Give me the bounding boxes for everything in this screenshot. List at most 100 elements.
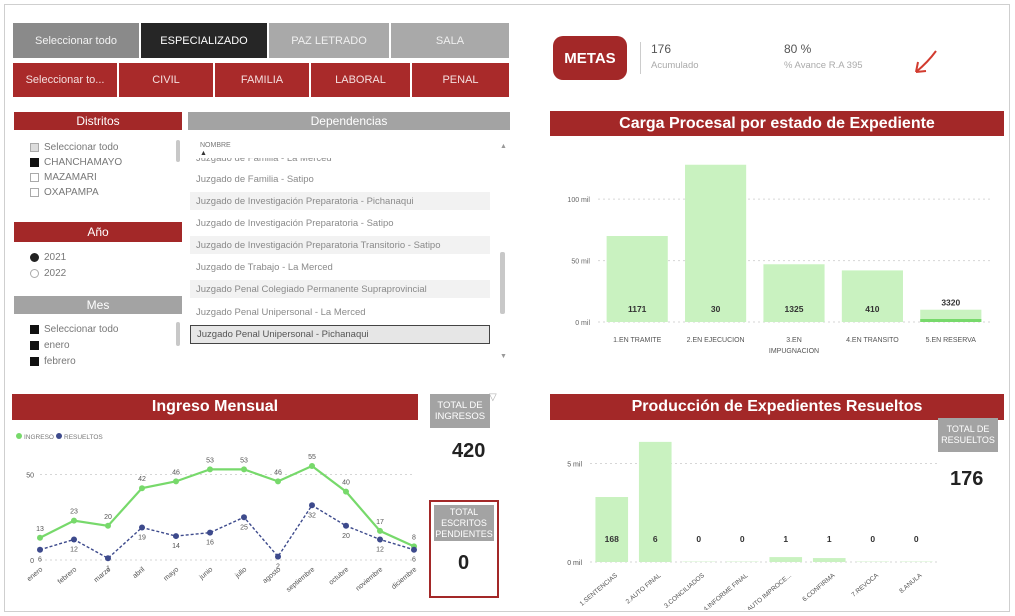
anio-header: Año [14,222,182,242]
data-label: 14 [172,543,180,550]
data-point [343,488,349,495]
distrito-option-chanchamayo[interactable]: CHANCHAMAYO [30,157,122,168]
x-tick-label: 1.SENTENCIAS [579,572,620,608]
data-label: 40 [342,480,350,487]
materia-button-civil[interactable]: CIVIL [118,62,214,98]
data-point [207,466,213,473]
x-tick-label: 6.CONFIRMA [801,572,837,604]
data-label: 20 [342,533,350,540]
distritos-scrollbar[interactable] [176,140,180,162]
dependencias-sort-icon: ▲ [200,150,207,157]
metas-divider [640,42,641,74]
x-tick-label: 3.EN IMPUGNACION [769,337,819,355]
tipo-button-seleccionar-todo[interactable]: Seleccionar todo [12,22,140,59]
data-label: 20 [104,514,112,521]
data-label: 8 [412,534,416,541]
data-point [105,522,111,529]
materia-button-familia[interactable]: FAMILIA [214,62,310,98]
distrito-option-seleccionar-todo[interactable]: Seleccionar todo [30,142,119,153]
x-tick-label: 1.EN TRAMITE [613,337,661,344]
metas-avance-label: % Avance R.A 395 [784,60,863,71]
series-line [39,464,415,548]
x-tick-label: 4.EN TRANSITO [846,337,899,344]
y-tick-label: 50 [26,473,34,480]
data-point [275,553,281,560]
data-point [377,527,383,534]
data-label: 16 [206,540,214,547]
mes-label: febrero [44,356,76,367]
x-tick-label: 5.EN RESERVA [926,337,977,344]
distrito-label: OXAPAMPA [44,187,99,198]
distrito-option-mazamari[interactable]: MAZAMARI [30,172,97,183]
data-label: 46 [172,469,180,476]
dependencia-item[interactable]: Juzgado de Investigación Preparatoria - … [190,192,490,211]
dependencia-item[interactable]: Juzgado de Investigación Preparatoria - … [190,214,490,233]
checkbox-empty-icon [30,173,39,182]
dependencia-item[interactable]: Juzgado Penal Unipersonal - La Merced [190,303,490,322]
total-pendientes-label: TOTAL ESCRITOS PENDIENTES [434,505,494,541]
x-tick-label: agosto [262,566,283,585]
metas-button[interactable]: METAS [553,36,627,80]
data-point [309,502,315,509]
mes-option-febrero[interactable]: febrero [30,356,76,367]
tipo-button-sala[interactable]: SALA [390,22,510,59]
tipo-button-especializado[interactable]: ESPECIALIZADO [140,22,268,59]
tipo-button-paz-letrado[interactable]: PAZ LETRADO [268,22,390,59]
dependencia-item[interactable]: Juzgado de Investigación Preparatoria Tr… [190,236,490,255]
mes-option-seleccionar-todo[interactable]: Seleccionar todo [30,324,119,335]
checkbox-checked-icon [30,357,39,366]
data-label: 12 [70,546,78,553]
data-point [207,529,213,536]
data-label: 1 [827,534,832,544]
data-point [377,536,383,543]
dependencia-item[interactable]: Juzgado Penal Colegiado Permanente Supra… [190,280,490,299]
data-label: 0 [740,534,745,544]
data-point [71,536,77,543]
checkbox-partial-icon [30,143,39,152]
total-ingresos-value: 420 [452,440,486,462]
dependencia-item[interactable]: Juzgado de Familia - Satipo [190,170,490,189]
x-tick-label: enero [26,566,44,583]
materia-button-laboral[interactable]: LABORAL [310,62,411,98]
dependencia-item[interactable]: Juzgado de Familia - La Merced [190,158,490,168]
data-point [105,555,111,562]
x-tick-label: 2.AUTO FINAL [625,572,663,606]
materia-button-seleccionar-todo[interactable]: Seleccionar to... [12,62,118,98]
total-ingresos-label: TOTAL DE INGRESOS [430,394,490,428]
x-tick-label: febrero [57,566,79,586]
distrito-option-oxapampa[interactable]: OXAPAMPA [30,187,99,198]
mes-option-enero[interactable]: enero [30,340,70,351]
bar [841,270,903,322]
x-tick-label: 5.AUTO IMPROCE... [742,572,793,610]
data-point [343,522,349,529]
dependencia-item[interactable]: Juzgado de Trabajo - La Merced [190,258,490,277]
data-label: 12 [376,546,384,553]
dependencia-item-selected[interactable]: Juzgado Penal Unipersonal - Pichanaqui [190,325,490,344]
dependencias-column-header[interactable]: NOMBRE [200,142,231,149]
x-tick-label: 4.INFORME FINAL [702,572,749,610]
materia-button-penal[interactable]: PENAL [411,62,510,98]
data-label: 13 [36,526,44,533]
dependencias-scroll-up-icon[interactable]: ▲ [500,143,507,150]
total-pendientes-value: 0 [458,552,470,574]
y-tick-label: 0 mil [567,560,582,567]
data-label: 6 [412,557,416,564]
total-resueltos-value: 176 [950,468,984,490]
dependencias-scroll-down-icon[interactable]: ▼ [500,353,507,360]
y-tick-label: 0 mil [575,320,590,327]
data-point [411,546,417,553]
anio-option-2021[interactable]: 2021 [30,252,66,263]
x-tick-label: abril [132,566,147,580]
x-tick-label: 8.ANULA [898,572,924,595]
checkbox-checked-icon [30,341,39,350]
data-label: 1325 [785,304,804,314]
filter-icon[interactable]: ▽ [489,392,497,403]
series-line [39,504,415,560]
data-label: 46 [274,469,282,476]
anio-option-2022[interactable]: 2022 [30,268,66,279]
mes-scrollbar[interactable] [176,322,180,346]
distritos-header: Distritos [14,112,182,130]
checkbox-checked-icon [30,325,39,334]
dependencias-scrollbar[interactable] [500,252,505,314]
data-label: 32 [308,512,316,519]
